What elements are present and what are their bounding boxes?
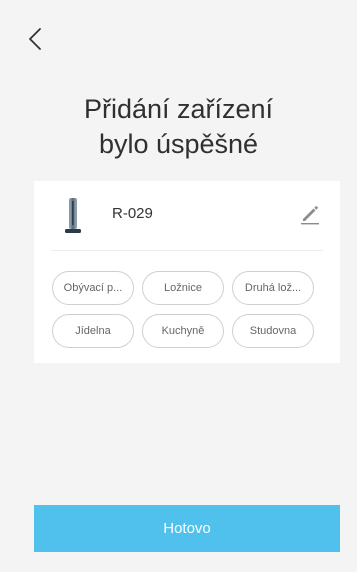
room-chip[interactable]: Jídelna <box>52 314 134 348</box>
room-chip[interactable]: Ložnice <box>142 271 224 305</box>
back-button[interactable] <box>22 26 48 52</box>
done-button[interactable]: Hotovo <box>34 505 340 552</box>
tower-fan-icon <box>65 198 81 233</box>
page-title: Přidání zařízení bylo úspěšné <box>0 92 357 162</box>
device-row: R-029 <box>34 181 340 247</box>
title-line-2: bylo úspěšné <box>98 129 259 159</box>
chevron-left-icon <box>29 28 41 50</box>
room-chip[interactable]: Obývací p... <box>52 271 134 305</box>
pencil-icon[interactable] <box>299 203 321 225</box>
room-chip[interactable]: Kuchyně <box>142 314 224 348</box>
room-chip[interactable]: Studovna <box>232 314 314 348</box>
device-name: R-029 <box>112 205 153 222</box>
divider <box>51 250 323 251</box>
device-card: R-029 Obývací p... Ložnice Druhá lož... … <box>34 181 340 363</box>
title-line-1: Přidání zařízení <box>83 94 274 124</box>
room-chip[interactable]: Druhá lož... <box>232 271 314 305</box>
